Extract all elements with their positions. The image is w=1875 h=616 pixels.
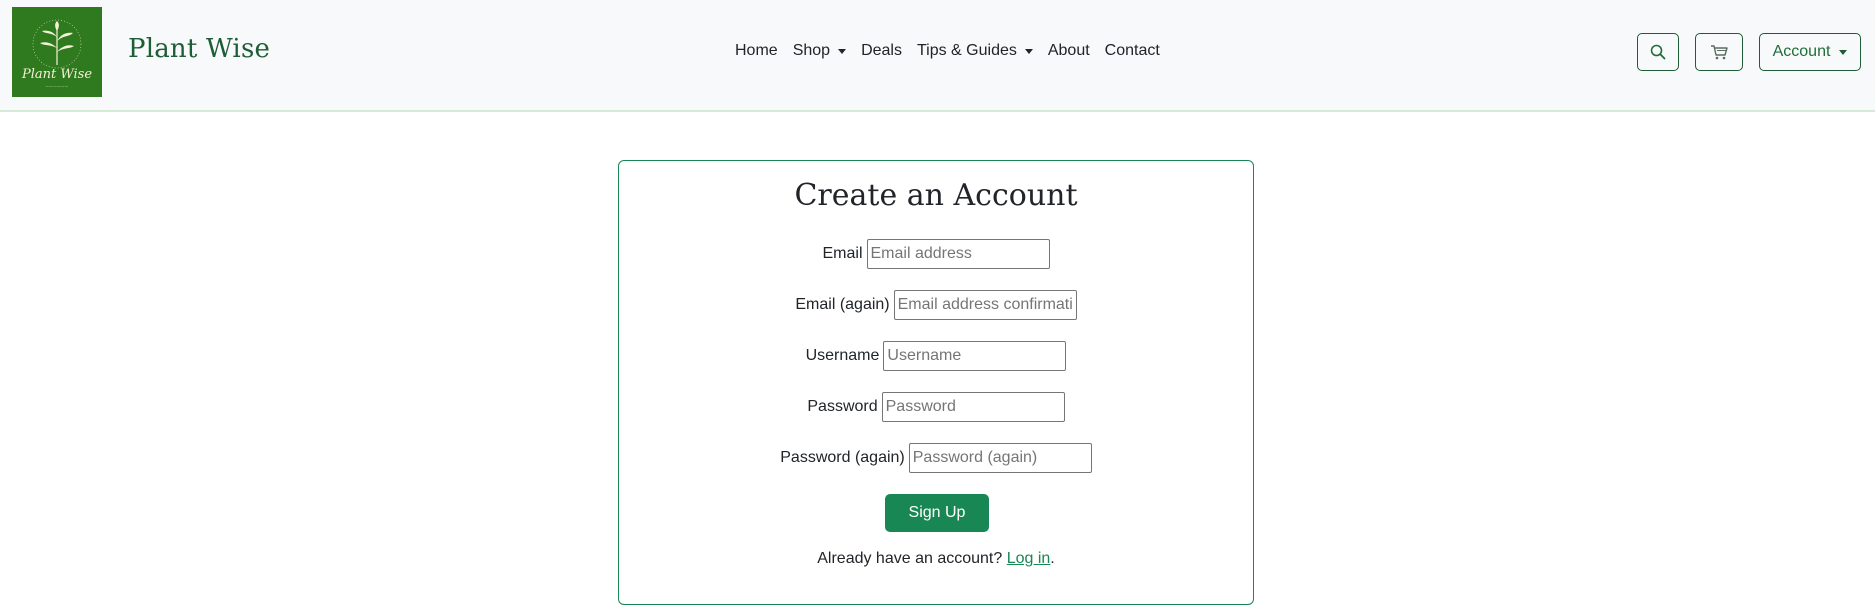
password-field[interactable] [881,392,1065,422]
navbar: Plant Wise —————— Plant Wise Home Shop D… [0,0,1875,112]
plant-logo-icon [32,19,82,68]
caret-down-icon [1839,49,1848,55]
caret-down-icon [1024,48,1033,54]
password-confirm-field[interactable] [908,443,1092,473]
email-field[interactable] [866,239,1050,269]
login-suffix: . [1050,550,1055,567]
email-confirm-label: Email (again) [795,296,890,313]
username-row: Username [619,341,1253,371]
account-dropdown-button[interactable]: Account [1759,33,1861,71]
nav-tips-dropdown[interactable]: Tips & Guides [917,42,1033,60]
login-prompt-text: Already have an account? [817,550,1007,567]
cart-icon [1711,45,1728,60]
email-confirm-field[interactable] [893,290,1077,320]
logo-wordmark: Plant Wise [21,66,93,82]
nav-deals[interactable]: Deals [861,42,902,60]
sign-up-button[interactable]: Sign Up [885,494,989,532]
logo-tagline: —————— [45,83,69,88]
nav-home-label: Home [735,42,778,59]
login-link[interactable]: Log in [1007,550,1051,567]
nav-home[interactable]: Home [735,42,778,60]
nav-shop-label: Shop [792,42,831,59]
page-title: Create an Account [794,178,1078,213]
email-row: Email [619,239,1253,269]
nav-shop-dropdown[interactable]: Shop [792,42,847,60]
email-confirm-row: Email (again) [619,290,1253,320]
password-confirm-label: Password (again) [780,449,905,466]
nav-about-label: About [1047,42,1090,59]
cart-button[interactable] [1695,33,1743,71]
password-row: Password [619,392,1253,422]
username-field[interactable] [883,341,1067,371]
search-button[interactable] [1637,33,1679,71]
password-label: Password [807,398,878,415]
main-nav: Home Shop Deals Tips & Guides About Cont… [735,39,1175,63]
logo[interactable]: Plant Wise —————— [12,7,102,97]
login-prompt: Already have an account? Log in. [619,550,1253,568]
username-label: Username [805,347,880,364]
password-confirm-row: Password (again) [619,443,1253,473]
signup-card: Create an Account Email Email (again) Us… [618,160,1254,605]
brand-name[interactable]: Plant Wise [128,34,270,64]
nav-tips-label: Tips & Guides [916,42,1017,59]
nav-about[interactable]: About [1048,42,1090,60]
nav-deals-label: Deals [861,42,902,59]
nav-contact-label: Contact [1104,42,1160,59]
email-label: Email [822,245,863,262]
search-icon [1650,44,1666,60]
caret-down-icon [838,48,847,54]
account-label: Account [1772,43,1831,60]
nav-contact[interactable]: Contact [1105,42,1160,60]
